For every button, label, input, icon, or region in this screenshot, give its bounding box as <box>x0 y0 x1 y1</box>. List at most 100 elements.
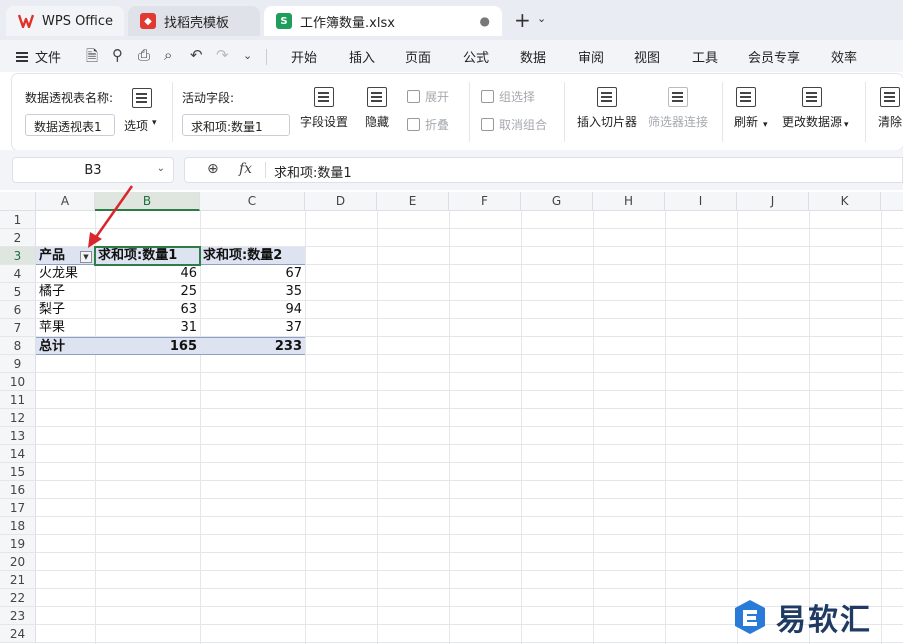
row-header-11[interactable]: 11 <box>0 391 36 409</box>
formula-content[interactable]: 求和项:数量1 <box>274 162 352 181</box>
column-header-g[interactable]: G <box>521 192 593 211</box>
function-icon[interactable]: fx <box>239 161 252 177</box>
group-selection-button[interactable]: 组选择 <box>481 88 535 105</box>
row-header-8[interactable]: 8 <box>0 337 36 355</box>
pivot-row-label[interactable]: 火龙果 <box>36 265 95 283</box>
zoom-icon[interactable]: ⊕ <box>207 161 219 177</box>
select-all-corner[interactable] <box>0 192 36 211</box>
menu-review[interactable]: 审阅 <box>578 47 604 66</box>
column-header-h[interactable]: H <box>593 192 665 211</box>
clear-button[interactable]: 清除 <box>878 87 902 130</box>
row-gridline <box>36 390 903 391</box>
row-header-10[interactable]: 10 <box>0 373 36 391</box>
pivot-value[interactable]: 63 <box>95 301 200 319</box>
pivot-total-value[interactable]: 233 <box>200 337 305 355</box>
wps-logo-icon <box>18 13 34 29</box>
pivot-value[interactable]: 67 <box>200 265 305 283</box>
pivot-value[interactable]: 46 <box>95 265 200 283</box>
filter-connections-button[interactable]: 筛选器连接 <box>648 87 708 130</box>
pivot-row-label[interactable]: 橘子 <box>36 283 95 301</box>
row-header-19[interactable]: 19 <box>0 535 36 553</box>
column-header-i[interactable]: I <box>665 192 737 211</box>
pivot-header-sum-qty2[interactable]: 求和项:数量2 <box>200 247 305 265</box>
field-settings-button[interactable]: 字段设置 <box>300 87 348 130</box>
menu-tools[interactable]: 工具 <box>692 47 718 66</box>
more-chevron-icon[interactable]: ⌄ <box>243 49 252 62</box>
watermark-emblem-icon <box>732 598 768 636</box>
menu-efficiency[interactable]: 效率 <box>831 47 857 66</box>
menu-data[interactable]: 数据 <box>520 47 546 66</box>
row-header-6[interactable]: 6 <box>0 301 36 319</box>
pivot-value[interactable]: 31 <box>95 319 200 337</box>
options-dropdown[interactable]: 选项 <box>124 117 148 134</box>
column-header-d[interactable]: D <box>305 192 377 211</box>
name-box[interactable]: B3 ⌄ <box>12 157 174 183</box>
row-header-13[interactable]: 13 <box>0 427 36 445</box>
menu-insert[interactable]: 插入 <box>349 47 375 66</box>
pivot-row-label[interactable]: 梨子 <box>36 301 95 319</box>
redo-icon[interactable]: ↷ <box>216 46 229 64</box>
collapse-button[interactable]: 折叠 <box>407 116 449 133</box>
tab-docer-templates[interactable]: ◆ 找稻壳模板 <box>128 6 260 36</box>
menu-member[interactable]: 会员专享 <box>748 47 800 66</box>
row-header-2[interactable]: 2 <box>0 229 36 247</box>
new-tab-plus-icon[interactable]: + <box>514 10 531 30</box>
row-gridline <box>36 570 903 571</box>
row-header-15[interactable]: 15 <box>0 463 36 481</box>
menu-page[interactable]: 页面 <box>405 47 431 66</box>
formula-input-area[interactable]: ⊕ fx 求和项:数量1 <box>184 157 903 183</box>
pivot-value[interactable]: 25 <box>95 283 200 301</box>
row-header-12[interactable]: 12 <box>0 409 36 427</box>
row-header-1[interactable]: 1 <box>0 211 36 229</box>
hide-button[interactable]: 隐藏 <box>365 87 389 130</box>
row-header-20[interactable]: 20 <box>0 553 36 571</box>
tab-workbook[interactable]: S 工作簿数量.xlsx ● <box>264 6 502 36</box>
pivot-value[interactable]: 94 <box>200 301 305 319</box>
column-header-c[interactable]: C <box>200 192 305 211</box>
row-gridline <box>36 588 903 589</box>
pivot-table-icon-button[interactable] <box>132 88 152 114</box>
share-icon[interactable]: ⚲ <box>112 46 123 64</box>
expand-button[interactable]: 展开 <box>407 88 449 105</box>
print-icon[interactable]: ⎙ <box>138 46 150 64</box>
row-header-21[interactable]: 21 <box>0 571 36 589</box>
undo-icon[interactable]: ↶ <box>190 46 203 64</box>
print-preview-icon[interactable]: ⌕ <box>164 46 172 64</box>
row-header-17[interactable]: 17 <box>0 499 36 517</box>
pivot-value[interactable]: 37 <box>200 319 305 337</box>
row-header-7[interactable]: 7 <box>0 319 36 337</box>
change-source-button[interactable]: 更改数据源 <box>782 87 842 130</box>
column-header-f[interactable]: F <box>449 192 521 211</box>
insert-slicer-button[interactable]: 插入切片器 <box>577 87 637 130</box>
row-header-14[interactable]: 14 <box>0 445 36 463</box>
pivot-name-input[interactable]: 数据透视表1 <box>25 114 115 136</box>
ungroup-button[interactable]: 取消组合 <box>481 116 547 133</box>
row-header-22[interactable]: 22 <box>0 589 36 607</box>
pivot-value[interactable]: 35 <box>200 283 305 301</box>
row-header-5[interactable]: 5 <box>0 283 36 301</box>
save-icon[interactable]: 🗎 <box>86 46 98 71</box>
menu-home[interactable]: 开始 <box>291 47 317 66</box>
row-header-24[interactable]: 24 <box>0 625 36 643</box>
row-header-4[interactable]: 4 <box>0 265 36 283</box>
menu-view[interactable]: 视图 <box>634 47 660 66</box>
column-header-j[interactable]: J <box>737 192 809 211</box>
menu-formula[interactable]: 公式 <box>463 47 489 66</box>
row-header-3[interactable]: 3 <box>0 247 36 265</box>
pivot-row-label[interactable]: 苹果 <box>36 319 95 337</box>
row-header-18[interactable]: 18 <box>0 517 36 535</box>
tab-wps-office[interactable]: WPS Office <box>6 6 124 36</box>
pivot-total-label[interactable]: 总计 <box>36 337 95 355</box>
row-header-23[interactable]: 23 <box>0 607 36 625</box>
column-header-e[interactable]: E <box>377 192 449 211</box>
unsaved-dot-icon[interactable]: ● <box>480 14 490 28</box>
pivot-total-value[interactable]: 165 <box>95 337 200 355</box>
row-header-16[interactable]: 16 <box>0 481 36 499</box>
spreadsheet-grid[interactable]: A B C D E F G H I J K 1 2 3 4 5 6 7 8 9 10 11 12 13 1… <box>0 185 903 644</box>
chevron-down-icon[interactable]: ⌄ <box>537 12 546 25</box>
column-header-k[interactable]: K <box>809 192 881 211</box>
row-header-9[interactable]: 9 <box>0 355 36 373</box>
refresh-button[interactable]: 刷新 <box>734 87 758 130</box>
active-field-input[interactable]: 求和项:数量1 <box>182 114 290 136</box>
file-menu-button[interactable]: 文件 <box>16 47 61 66</box>
